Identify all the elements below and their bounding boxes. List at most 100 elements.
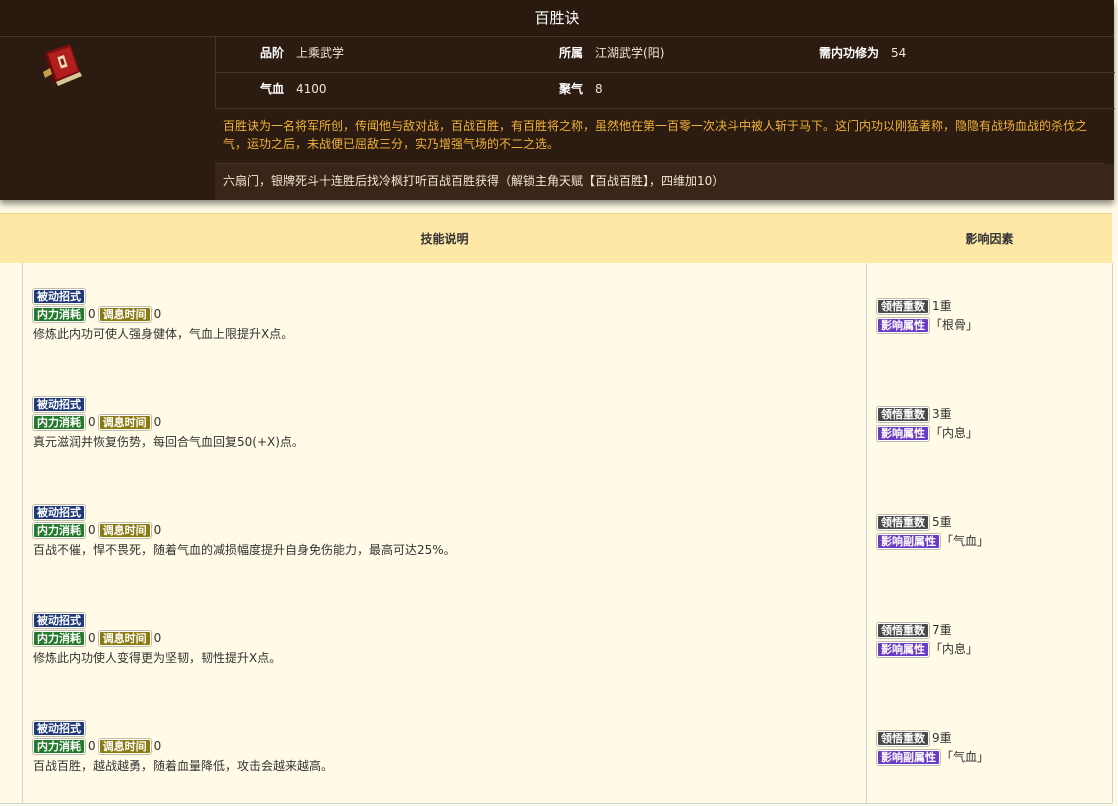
level-tag: 领悟重数: [877, 515, 929, 530]
level-value: 1重: [932, 299, 952, 313]
skill-table: 技能说明 影响因素 被动招式 内力消耗 0 调息时间 0 修炼此内功可使人强身健体，气血上…: [0, 213, 1113, 806]
attr-tag: 影响属性: [877, 642, 929, 657]
level-line: 领悟重数 7重: [877, 621, 952, 638]
school-value: 江湖武学(阳): [595, 46, 665, 60]
cost-line: 内力消耗 0 调息时间 0: [33, 523, 164, 538]
qi-label: 聚气: [559, 82, 584, 96]
attr-value: 「内息」: [930, 426, 979, 440]
grade-value: 上乘武学: [296, 46, 345, 60]
passive-tag: 被动招式: [33, 289, 85, 304]
attr-tag: 影响副属性: [877, 750, 940, 765]
cost-tag: 内力消耗: [33, 415, 85, 430]
type-line: 被动招式: [33, 505, 85, 520]
cost-line: 内力消耗 0 调息时间 0: [33, 415, 164, 430]
attr-line: 影响副属性 「气血」: [877, 748, 989, 765]
requirement-value: 54: [891, 46, 907, 60]
table-row: 被动招式 内力消耗 0 调息时间 0 百战不催，悍不畏死，随着气血的减损幅度提升自身免伤能…: [0, 479, 1113, 588]
col-header-factor: 影响因素: [965, 232, 1014, 246]
table-row: 被动招式 内力消耗 0 调息时间 0 修炼此内功可使人强身健体，气血上限提升X点。 领悟重数…: [0, 263, 1113, 372]
level-line: 领悟重数 1重: [877, 297, 952, 314]
passive-tag: 被动招式: [33, 505, 85, 520]
attr-line: 影响属性 「根骨」: [877, 316, 978, 333]
cost-line: 内力消耗 0 调息时间 0: [33, 307, 164, 322]
level-value: 5重: [932, 515, 952, 529]
time-value: 0: [153, 415, 162, 429]
skill-description: 百胜诀为一名将军所创，传闻他与敌对战，百战百胜，有百胜将之称，虽然他在第一百零一…: [215, 109, 1105, 164]
table-header: 技能说明 影响因素: [0, 213, 1112, 265]
requirement-label: 需内功修为: [819, 46, 880, 60]
effect-text: 真元滋润并恢复伤势，每回合气血回复50(+X)点。: [33, 435, 304, 449]
factor-cell: 领悟重数 5重影响副属性 「气血」: [867, 479, 1113, 587]
attr-line: 影响副属性 「气血」: [877, 532, 989, 549]
cost-tag: 内力消耗: [33, 307, 85, 322]
factor-cell: 领悟重数 1重影响属性 「根骨」: [867, 263, 1113, 371]
effect-text: 修炼此内功可使人强身健体，气血上限提升X点。: [33, 327, 294, 341]
table-row: 被动招式 内力消耗 0 调息时间 0 修炼此内功使人变得更为坚韧，韧性提升X点。 领悟重数 7…: [0, 587, 1113, 696]
row-gutter: [0, 695, 23, 803]
cost-line: 内力消耗 0 调息时间 0: [33, 631, 164, 646]
level-value: 9重: [932, 731, 952, 745]
effect-text: 修炼此内功使人变得更为坚韧，韧性提升X点。: [33, 651, 282, 665]
type-line: 被动招式: [33, 613, 85, 628]
cost-tag: 内力消耗: [33, 739, 85, 754]
col-header-description: 技能说明: [420, 232, 469, 246]
attr-value: 「根骨」: [930, 318, 979, 332]
passive-tag: 被动招式: [33, 721, 85, 736]
factor-cell: 领悟重数 9重影响副属性 「气血」: [867, 695, 1113, 803]
time-value: 0: [153, 307, 162, 321]
info-row-2: 气血 4100 聚气 8: [215, 72, 1115, 109]
cost-value: 0: [88, 739, 96, 753]
time-value: 0: [153, 631, 162, 645]
passive-tag: 被动招式: [33, 613, 85, 628]
time-tag: 调息时间: [98, 631, 151, 646]
qi-value: 8: [595, 82, 603, 96]
cost-tag: 内力消耗: [33, 523, 85, 538]
level-line: 领悟重数 5重: [877, 513, 952, 530]
skill-card: 百胜诀 品阶上乘武学 所属江湖武学(阳) 需内功修为 54 气血 4100: [0, 0, 1115, 200]
level-tag: 领悟重数: [877, 407, 929, 422]
row-gutter: [0, 371, 23, 479]
level-tag: 领悟重数: [877, 299, 929, 314]
skill-cell: 被动招式 内力消耗 0 调息时间 0 修炼此内功使人变得更为坚韧，韧性提升X点。: [23, 587, 867, 695]
effect-text: 百战百胜，越战越勇，随着血量降低，攻击会越来越高。: [33, 759, 334, 773]
type-line: 被动招式: [33, 721, 85, 736]
level-tag: 领悟重数: [877, 731, 929, 746]
time-tag: 调息时间: [98, 307, 151, 322]
factor-cell: 领悟重数 3重 影响属性 「内息」: [867, 371, 1113, 479]
grade-label: 品阶: [260, 46, 285, 60]
cost-value: 0: [88, 631, 96, 645]
skill-source: 六扇门，银牌死斗十连胜后找冷枫打听百战百胜获得（解锁主角天赋【百战百胜】，四维加…: [215, 164, 1114, 200]
time-value: 0: [153, 739, 162, 753]
table-row: 被动招式内力消耗 0 调息时间 0 真元滋润并恢复伤势，每回合气血回复50(+X)点。 领…: [0, 371, 1113, 480]
cost-tag: 内力消耗: [33, 631, 85, 646]
cost-line: 内力消耗 0 调息时间 0: [33, 739, 164, 754]
effect-text: 百战不催，悍不畏死，随着气血的减损幅度提升自身免伤能力，最高可达25%。: [33, 543, 456, 557]
attr-line: 影响属性 「内息」: [877, 640, 978, 657]
factor-cell: 领悟重数 7重 影响属性 「内息」: [867, 587, 1113, 695]
time-value: 0: [153, 523, 162, 537]
type-line: 被动招式: [33, 397, 85, 412]
row-gutter: [0, 263, 23, 371]
skill-cell: 被动招式内力消耗 0 调息时间 0 真元滋润并恢复伤势，每回合气血回复50(+X)点。: [23, 371, 867, 479]
attr-tag: 影响属性: [877, 426, 929, 441]
cost-value: 0: [88, 415, 96, 429]
attr-value: 「内息」: [930, 642, 979, 656]
level-line: 领悟重数 9重: [877, 729, 952, 746]
cost-value: 0: [88, 307, 96, 321]
cost-value: 0: [88, 523, 96, 537]
level-value: 7重: [932, 623, 952, 637]
type-line: 被动招式: [33, 289, 85, 304]
skill-cell: 被动招式 内力消耗 0 调息时间 0 百战不催，悍不畏死，随着气血的减损幅度提升自身免伤能…: [23, 479, 867, 587]
table-row: 被动招式 内力消耗 0 调息时间 0 百战百胜，越战越勇，随着血量降低，攻击会越来越高。领…: [0, 695, 1113, 804]
school-label: 所属: [559, 46, 584, 60]
time-tag: 调息时间: [98, 523, 151, 538]
attr-tag: 影响副属性: [877, 534, 940, 549]
level-line: 领悟重数 3重: [877, 405, 952, 422]
skill-info: 品阶 上乘武学 所属 江湖武学(阳) 需内功修为 54 气血 4100 聚气 8 百胜诀为…: [215, 36, 1115, 200]
hp-field: 气血 4100: [260, 72, 327, 106]
level-value: 3重: [932, 407, 952, 421]
skill-cell: 被动招式 内力消耗 0 调息时间 0 修炼此内功可使人强身健体，气血上限提升X点。: [23, 263, 867, 371]
grade-field: 品阶 上乘武学: [260, 36, 344, 70]
hp-label: 气血: [260, 82, 285, 96]
time-tag: 调息时间: [98, 739, 151, 754]
